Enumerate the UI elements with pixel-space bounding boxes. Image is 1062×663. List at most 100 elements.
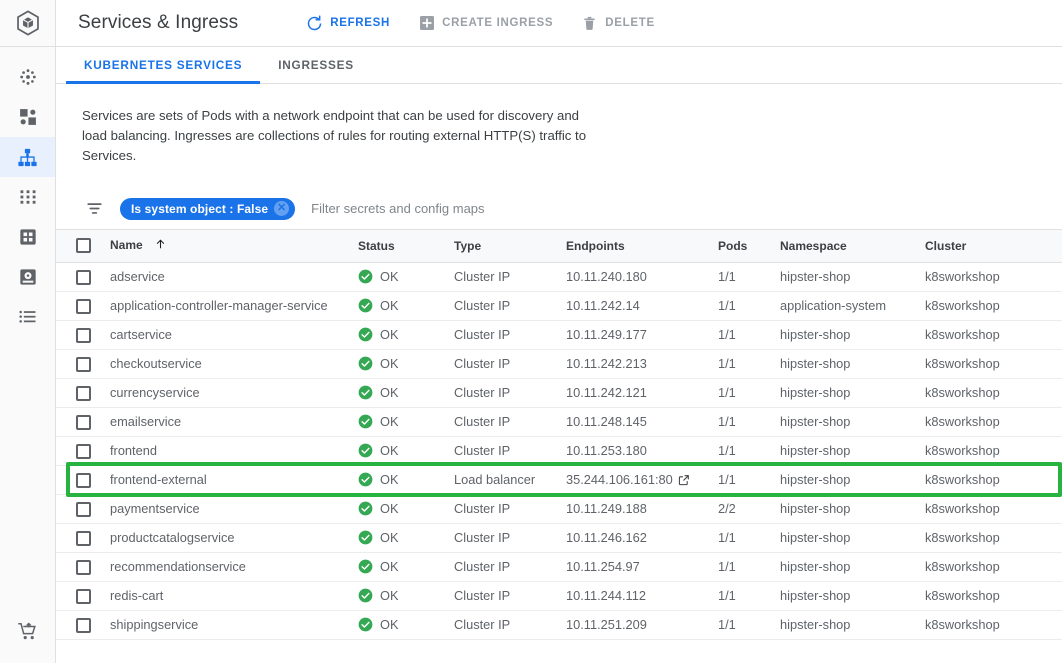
status-label: OK	[380, 298, 399, 313]
row-checkbox[interactable]	[76, 588, 91, 604]
cell-cluster[interactable]: k8sworkshop	[917, 436, 1062, 466]
table-row[interactable]: productcatalogservice OK Cluster IP 10.11.2…	[56, 523, 1062, 553]
row-select-cell	[56, 552, 102, 582]
sidebar-item-storage[interactable]	[0, 257, 55, 297]
filter-bar: Is system object : False ✕ Filter secret…	[56, 188, 1062, 230]
cell-name[interactable]: application-controller-manager-service	[102, 291, 350, 321]
sidebar-item-services-ingress[interactable]	[0, 137, 55, 177]
column-header-cluster[interactable]: Cluster	[917, 230, 1062, 263]
row-checkbox[interactable]	[76, 385, 91, 401]
cell-status: OK	[350, 349, 446, 379]
status-label: OK	[380, 559, 399, 574]
cell-name[interactable]: shippingservice	[102, 610, 350, 640]
cell-cluster[interactable]: k8sworkshop	[917, 494, 1062, 524]
cell-cluster[interactable]: k8sworkshop	[917, 552, 1062, 582]
row-checkbox[interactable]	[76, 501, 91, 517]
cell-pods: 1/1	[710, 523, 772, 553]
workloads-icon	[19, 109, 36, 125]
cell-cluster[interactable]: k8sworkshop	[917, 581, 1062, 611]
cell-name[interactable]: redis-cart	[102, 581, 350, 611]
cell-type: Cluster IP	[446, 407, 558, 437]
column-header-namespace[interactable]: Namespace	[772, 230, 917, 263]
column-header-status[interactable]: Status	[350, 230, 446, 263]
cell-endpoints: 10.11.248.145	[558, 407, 710, 437]
table-row[interactable]: frontend-external OK Load balancer 35.244.1…	[56, 465, 1062, 495]
tab-kubernetes-services[interactable]: KUBERNETES SERVICES	[66, 47, 261, 84]
row-select-cell	[56, 349, 102, 379]
column-header-name-label: Name	[110, 238, 143, 253]
cell-name[interactable]: frontend-external	[102, 465, 350, 495]
row-checkbox[interactable]	[76, 298, 91, 314]
column-header-name[interactable]: Name	[102, 230, 350, 263]
sidebar-item-object-browser[interactable]	[0, 297, 55, 337]
row-checkbox[interactable]	[76, 472, 91, 488]
sidebar-item-applications[interactable]	[0, 177, 55, 217]
row-checkbox[interactable]	[76, 269, 91, 285]
row-checkbox[interactable]	[76, 530, 91, 546]
row-checkbox[interactable]	[76, 443, 91, 459]
table-row[interactable]: adservice OK Cluster IP 10.11.240.180 1/1 hip…	[56, 262, 1062, 292]
sidebar-item-workloads[interactable]	[0, 97, 55, 137]
table-row[interactable]: emailservice OK Cluster IP 10.11.248.145 1/1…	[56, 407, 1062, 437]
sidebar-item-clusters[interactable]	[0, 57, 55, 97]
cell-name[interactable]: currencyservice	[102, 378, 350, 408]
delete-button[interactable]: DELETE	[567, 9, 669, 38]
table-row[interactable]: cartservice OK Cluster IP 10.11.249.177 1/1 h…	[56, 320, 1062, 350]
filter-input[interactable]: Filter secrets and config maps	[311, 201, 484, 216]
status-label: OK	[380, 443, 399, 458]
cell-name[interactable]: cartservice	[102, 320, 350, 350]
external-link-icon[interactable]	[678, 474, 690, 486]
status-ok-icon	[358, 559, 373, 574]
row-checkbox[interactable]	[76, 356, 91, 372]
row-checkbox[interactable]	[76, 327, 91, 343]
sidebar-item-marketplace[interactable]	[0, 600, 55, 663]
cell-cluster[interactable]: k8sworkshop	[917, 610, 1062, 640]
gke-logo[interactable]	[0, 0, 55, 47]
cell-cluster[interactable]: k8sworkshop	[917, 407, 1062, 437]
cell-name[interactable]: adservice	[102, 262, 350, 292]
cell-cluster[interactable]: k8sworkshop	[917, 349, 1062, 379]
select-all-checkbox[interactable]	[76, 238, 91, 254]
column-header-endpoints[interactable]: Endpoints	[558, 230, 710, 263]
create-ingress-button[interactable]: CREATE INGRESS	[404, 9, 567, 38]
endpoint-label: 35.244.106.161:80	[566, 472, 673, 487]
refresh-button[interactable]: REFRESH	[292, 9, 404, 38]
row-checkbox[interactable]	[76, 559, 91, 575]
tab-ingresses[interactable]: INGRESSES	[260, 47, 372, 83]
services-table-container: Name Status Type Endpoints Pods Namespac…	[56, 230, 1062, 663]
column-header-pods[interactable]: Pods	[710, 230, 772, 263]
table-row[interactable]: application-controller-manager-service OK…	[56, 291, 1062, 321]
cell-name[interactable]: recommendationservice	[102, 552, 350, 582]
cell-name[interactable]: productcatalogservice	[102, 523, 350, 553]
cell-name[interactable]: emailservice	[102, 407, 350, 437]
column-header-type[interactable]: Type	[446, 230, 558, 263]
sidebar-item-configuration[interactable]	[0, 217, 55, 257]
cell-cluster[interactable]: k8sworkshop	[917, 523, 1062, 553]
table-row[interactable]: currencyservice OK Cluster IP 10.11.242.121…	[56, 378, 1062, 408]
page-title: Services & Ingress	[78, 12, 239, 33]
filter-list-icon[interactable]	[82, 197, 106, 221]
table-row[interactable]: shippingservice OK Cluster IP 10.11.251.209…	[56, 610, 1062, 640]
services-and-ingress-page: Services & Ingress REFRESH CREATE INGRES…	[0, 0, 1062, 663]
cell-cluster[interactable]: k8sworkshop	[917, 378, 1062, 408]
table-row[interactable]: redis-cart OK Cluster IP 10.11.244.112 1/1 hi…	[56, 581, 1062, 611]
endpoint-label: 10.11.248.145	[566, 414, 647, 429]
cell-cluster[interactable]: k8sworkshop	[917, 291, 1062, 321]
filter-chip-is-system-object[interactable]: Is system object : False ✕	[120, 197, 296, 220]
cell-cluster[interactable]: k8sworkshop	[917, 465, 1062, 495]
close-circle-icon[interactable]: ✕	[274, 201, 290, 216]
row-checkbox[interactable]	[76, 617, 91, 633]
table-row[interactable]: checkoutservice OK Cluster IP 10.11.242.213…	[56, 349, 1062, 379]
cell-name[interactable]: checkoutservice	[102, 349, 350, 379]
table-row[interactable]: recommendationservice OK Cluster IP 10.11.2…	[56, 552, 1062, 582]
table-row[interactable]: frontend OK Cluster IP 10.11.253.180 1/1 hips…	[56, 436, 1062, 466]
cell-cluster[interactable]: k8sworkshop	[917, 262, 1062, 292]
cell-name[interactable]: paymentservice	[102, 494, 350, 524]
row-select-cell	[56, 436, 102, 466]
row-checkbox[interactable]	[76, 414, 91, 430]
cell-type: Cluster IP	[446, 349, 558, 379]
cell-name[interactable]: frontend	[102, 436, 350, 466]
table-row[interactable]: paymentservice OK Cluster IP 10.11.249.188 2…	[56, 494, 1062, 524]
cell-cluster[interactable]: k8sworkshop	[917, 320, 1062, 350]
cell-namespace: hipster-shop	[772, 436, 917, 466]
